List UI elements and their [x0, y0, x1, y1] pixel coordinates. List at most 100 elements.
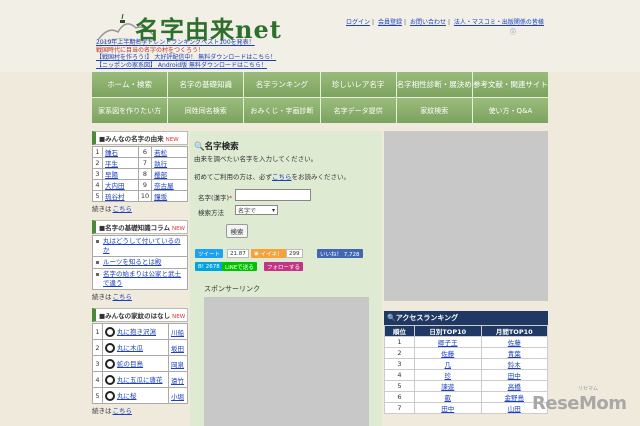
- monthly-cell[interactable]: 佐藤: [480, 336, 548, 348]
- crest-link[interactable]: 丸に五瓜に唐花: [117, 376, 163, 384]
- surname-link[interactable]: 岡泉: [171, 361, 184, 369]
- contact-link[interactable]: お問い合わせ: [410, 19, 446, 26]
- name-link-text[interactable]: 琉谷村: [105, 193, 125, 201]
- crest-cell[interactable]: 丸に五瓜に唐花: [102, 371, 169, 388]
- name-link-text[interactable]: 執行: [154, 160, 167, 168]
- daily-cell[interactable]: 卿子王: [414, 336, 482, 348]
- name-link-text[interactable]: 大内田: [105, 182, 125, 190]
- name-cell[interactable]: 坂田: [167, 339, 189, 356]
- crest-cell[interactable]: 丸に抱き沢瀉: [102, 323, 169, 340]
- nav-home-search[interactable]: ホーム・検索: [92, 72, 169, 98]
- name-cell[interactable]: 小堀: [167, 387, 189, 404]
- crest-link[interactable]: 丸に木瓜: [117, 344, 143, 352]
- crest-link[interactable]: 丸に抱き沢瀉: [117, 328, 156, 336]
- search-button[interactable]: 検索: [226, 224, 248, 238]
- crest-link[interactable]: 蛇の目島: [117, 360, 143, 368]
- list-item[interactable]: ルーツを知るとは殿: [92, 257, 188, 269]
- column-link[interactable]: 丸はどうして付いているのか: [103, 237, 181, 254]
- ad-placeholder[interactable]: [204, 297, 369, 426]
- line-share-button[interactable]: LINEで送る: [222, 262, 257, 271]
- origin-more-link[interactable]: こちら: [113, 205, 133, 213]
- name-link[interactable]: 早陽: [102, 168, 139, 180]
- name-link-text[interactable]: 早陽: [105, 171, 118, 179]
- nav-data[interactable]: 名字データ提供: [320, 98, 397, 124]
- info-icon[interactable]: ⓘ: [510, 27, 516, 36]
- monthly-name-link[interactable]: 青葉: [508, 350, 521, 358]
- daily-cell[interactable]: 叡: [414, 391, 482, 403]
- column-link[interactable]: ルーツを知るとは殿: [103, 258, 161, 266]
- surname-link[interactable]: 坂田: [171, 345, 184, 353]
- search-method-select[interactable]: 名字で ▾: [235, 205, 278, 215]
- name-cell[interactable]: 遠竹: [167, 371, 189, 388]
- list-item[interactable]: 丸はどうして付いているのか: [92, 235, 188, 257]
- daily-cell[interactable]: 珍: [414, 369, 482, 381]
- surname-link[interactable]: 遠竹: [171, 377, 184, 385]
- surname-input[interactable]: [235, 189, 311, 201]
- name-link[interactable]: 鐘坂: [151, 190, 188, 202]
- crest-cell[interactable]: 蛇の目島: [102, 355, 169, 372]
- nav-ranking[interactable]: 名字ランキング: [244, 72, 321, 98]
- daily-cell[interactable]: 佐藤: [414, 347, 482, 359]
- daily-name-link[interactable]: 諫遊: [441, 383, 454, 391]
- nav-family-tree[interactable]: 家系図を作りたい方: [92, 98, 169, 124]
- name-cell[interactable]: 川船: [167, 323, 189, 340]
- monthly-cell[interactable]: 鈴木: [480, 358, 548, 370]
- name-link-text[interactable]: 櫻部: [154, 171, 167, 179]
- monthly-cell[interactable]: 青葉: [480, 347, 548, 359]
- surname-link[interactable]: 小堀: [171, 393, 184, 401]
- nav-help[interactable]: 使い方・Q&A: [472, 98, 550, 124]
- promo-link-3[interactable]: 【戦国村を作ろう!】 大好評配信中！ 無料ダウンロードはこちら！: [96, 54, 276, 62]
- tweet-button[interactable]: ツイート: [195, 249, 224, 258]
- login-link[interactable]: ログイン: [346, 19, 370, 26]
- corporate-link[interactable]: 法人・マスコミ・出版関係の皆様: [454, 19, 544, 26]
- nav-rare-names[interactable]: 珍しいレア名字: [320, 72, 397, 98]
- first-time-link[interactable]: こちら: [272, 173, 292, 181]
- name-link-text[interactable]: 奈古屋: [154, 182, 174, 190]
- ad-banner[interactable]: [384, 131, 548, 301]
- name-link[interactable]: 大内田: [102, 179, 139, 191]
- name-link[interactable]: 奈古屋: [151, 179, 188, 191]
- crest-link[interactable]: 丸に桜: [117, 392, 137, 400]
- monthly-name-link[interactable]: 田中: [508, 372, 521, 380]
- name-link-text[interactable]: 鍾石: [105, 149, 118, 157]
- name-link[interactable]: 平生: [102, 157, 139, 169]
- monthly-name-link[interactable]: 鈴木: [508, 361, 521, 369]
- monthly-name-link[interactable]: 高橋: [508, 383, 521, 391]
- monthly-cell[interactable]: 高橋: [480, 380, 548, 392]
- nav-crest-search[interactable]: 家紋検索: [396, 98, 473, 124]
- crest-cell[interactable]: 丸に木瓜: [102, 339, 169, 356]
- daily-name-link[interactable]: 卿子王: [438, 339, 458, 347]
- promo-link-2[interactable]: 戦国時代に目当の名字の村をつくろう！: [96, 47, 276, 55]
- crest-more-link[interactable]: こちら: [113, 407, 133, 415]
- monthly-name-link[interactable]: 金野島: [505, 394, 525, 402]
- name-link[interactable]: 鍾石: [102, 146, 139, 158]
- facebook-like-button[interactable]: いいね！ 7,728: [317, 249, 363, 258]
- monthly-cell[interactable]: 田中: [480, 369, 548, 381]
- iine-button[interactable]: ◉ イイネ！: [251, 249, 286, 258]
- daily-name-link[interactable]: 佐藤: [441, 350, 454, 358]
- surname-link[interactable]: 川船: [171, 329, 184, 337]
- nav-references[interactable]: 参考文献・関連サイト: [472, 72, 550, 98]
- daily-cell[interactable]: 諫遊: [414, 380, 482, 392]
- nav-omikuji[interactable]: おみくじ・字画診断: [244, 98, 321, 124]
- name-link-text[interactable]: 鐘坂: [154, 193, 167, 201]
- monthly-name-link[interactable]: 佐藤: [508, 339, 521, 347]
- nav-basics[interactable]: 名字の基礎知識: [168, 72, 245, 98]
- list-item[interactable]: 名字の始まりは公家と武士で違う: [92, 269, 188, 290]
- register-link[interactable]: 会員登録: [378, 19, 402, 26]
- crest-cell[interactable]: 丸に桜: [102, 387, 169, 404]
- daily-name-link[interactable]: 珍: [445, 372, 452, 380]
- instagram-follow-button[interactable]: フォローする: [264, 262, 304, 271]
- name-link[interactable]: 執行: [151, 157, 188, 169]
- nav-same-name[interactable]: 同姓同名検索: [168, 98, 245, 124]
- name-cell[interactable]: 岡泉: [167, 355, 189, 372]
- name-link-text[interactable]: 平生: [105, 160, 118, 168]
- promo-link-1[interactable]: 2019年上半期名字トレンドランキングベスト100を発表！: [96, 39, 276, 47]
- daily-cell[interactable]: 田中: [414, 402, 482, 414]
- daily-cell[interactable]: 几: [414, 358, 482, 370]
- name-link-text[interactable]: 若松: [154, 149, 167, 157]
- daily-name-link[interactable]: 田中: [441, 405, 454, 413]
- nav-compatibility[interactable]: 名字相性診断・展決め: [396, 72, 473, 98]
- promo-link-4[interactable]: 【ニッポンの家系図】 Android版 無料ダウンロードはこちら！: [96, 62, 276, 70]
- monthly-name-link[interactable]: 山田: [508, 405, 521, 413]
